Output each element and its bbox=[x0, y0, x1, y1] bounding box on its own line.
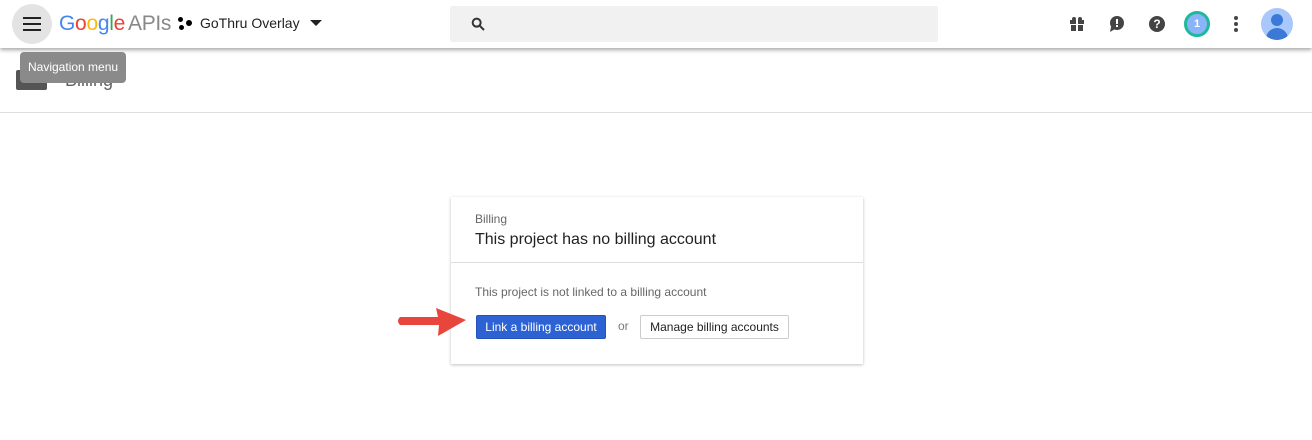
card-header: Billing This project has no billing acco… bbox=[451, 197, 863, 263]
logo-apis: APIs bbox=[127, 12, 172, 35]
search-input[interactable] bbox=[450, 6, 938, 42]
more-vert-icon[interactable] bbox=[1226, 14, 1246, 34]
notifications-badge[interactable]: 1 bbox=[1184, 11, 1210, 37]
project-selector[interactable]: GoThru Overlay bbox=[178, 15, 322, 31]
search-icon bbox=[471, 17, 485, 31]
project-icon bbox=[178, 16, 192, 30]
top-bar: Google APIs GoThru Overlay ? 1 bbox=[0, 0, 1312, 48]
google-apis-logo[interactable]: Google APIs bbox=[59, 12, 171, 36]
feedback-icon[interactable] bbox=[1107, 14, 1127, 34]
card-title: This project has no billing account bbox=[475, 231, 717, 248]
card-message: This project is not linked to a billing … bbox=[475, 285, 707, 299]
project-name: GoThru Overlay bbox=[200, 15, 300, 31]
account-avatar[interactable] bbox=[1261, 8, 1293, 40]
red-arrow-annotation-icon bbox=[398, 308, 466, 336]
logo-google: Google bbox=[59, 12, 125, 35]
card-label: Billing bbox=[475, 212, 508, 226]
dropdown-caret-icon bbox=[309, 20, 322, 26]
gift-icon[interactable] bbox=[1067, 14, 1087, 34]
manage-billing-accounts-button[interactable]: Manage billing accounts bbox=[640, 315, 789, 339]
navigation-menu-button[interactable] bbox=[12, 4, 52, 44]
hamburger-icon bbox=[23, 23, 41, 25]
svg-text:?: ? bbox=[1153, 17, 1160, 31]
or-text: or bbox=[618, 319, 629, 333]
help-icon[interactable]: ? bbox=[1147, 14, 1167, 34]
navigation-menu-tooltip: Navigation menu bbox=[20, 52, 127, 83]
billing-card: Billing This project has no billing acco… bbox=[451, 197, 863, 364]
link-billing-account-button[interactable]: Link a billing account bbox=[476, 315, 606, 339]
page-header bbox=[0, 48, 1312, 113]
